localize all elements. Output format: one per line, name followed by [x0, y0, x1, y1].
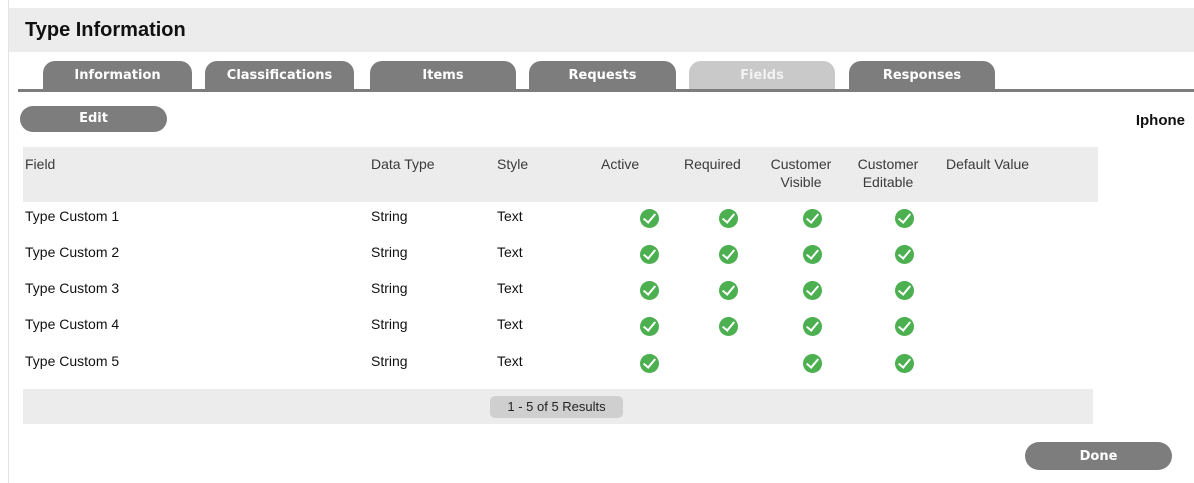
table-row[interactable]: Type Custom 1 String Text — [23, 199, 1098, 235]
cell-data-type: String — [371, 316, 408, 332]
header-active[interactable]: Active — [601, 155, 639, 173]
cell-style: Text — [497, 244, 523, 260]
item-name-label: Iphone — [1135, 112, 1185, 129]
check-icon — [719, 281, 738, 300]
check-icon — [640, 281, 659, 300]
check-icon — [895, 281, 914, 300]
tab-fields[interactable]: Fields — [689, 61, 835, 89]
header-style[interactable]: Style — [497, 155, 528, 173]
table-row[interactable]: Type Custom 3 String Text — [23, 271, 1098, 307]
check-icon — [640, 354, 659, 373]
cell-data-type: String — [371, 280, 408, 296]
cell-field: Type Custom 3 — [25, 280, 120, 296]
tab-items[interactable]: Items — [370, 61, 516, 89]
check-icon — [895, 354, 914, 373]
check-icon — [803, 354, 822, 373]
tab-divider — [18, 89, 1194, 92]
tab-requests[interactable]: Requests — [529, 61, 676, 89]
header-customer-editable-line2: Editable — [862, 174, 914, 190]
header-customer-visible-line1: Customer — [770, 156, 832, 172]
check-icon — [803, 317, 822, 336]
header-required[interactable]: Required — [684, 155, 741, 173]
cell-style: Text — [497, 208, 523, 224]
check-icon — [895, 209, 914, 228]
check-icon — [803, 281, 822, 300]
cell-data-type: String — [371, 353, 408, 369]
tab-responses[interactable]: Responses — [849, 61, 995, 89]
table-row[interactable]: Type Custom 4 String Text — [23, 307, 1098, 343]
header-data-type[interactable]: Data Type — [371, 155, 435, 173]
check-icon — [895, 317, 914, 336]
tab-information[interactable]: Information — [43, 61, 192, 89]
check-icon — [719, 209, 738, 228]
cell-style: Text — [497, 353, 523, 369]
header-default-value[interactable]: Default Value — [946, 155, 1029, 173]
header-customer-visible-line2: Visible — [780, 174, 822, 190]
cell-style: Text — [497, 316, 523, 332]
table-footer: 1 - 5 of 5 Results — [23, 389, 1093, 424]
cell-style: Text — [497, 280, 523, 296]
type-information-page: Type Information Information Classificat… — [8, 0, 1194, 483]
check-icon — [895, 245, 914, 264]
header-customer-editable-line1: Customer — [857, 156, 919, 172]
header-bar — [9, 8, 1194, 52]
table-row[interactable]: Type Custom 2 String Text — [23, 235, 1098, 271]
cell-data-type: String — [371, 208, 408, 224]
check-icon — [803, 209, 822, 228]
table-header: Field Data Type Style Active Required Cu… — [23, 147, 1098, 202]
check-icon — [640, 245, 659, 264]
tab-classifications[interactable]: Classifications — [205, 61, 354, 89]
page-title: Type Information — [25, 19, 186, 41]
header-field[interactable]: Field — [25, 155, 55, 173]
cell-field: Type Custom 4 — [25, 316, 120, 332]
cell-field: Type Custom 2 — [25, 244, 120, 260]
edit-button[interactable]: Edit — [20, 106, 167, 132]
check-icon — [719, 245, 738, 264]
table-row[interactable]: Type Custom 5 String Text — [23, 344, 1098, 380]
header-customer-editable[interactable]: Customer Editable — [848, 155, 928, 191]
header-customer-visible[interactable]: Customer Visible — [761, 155, 841, 191]
cell-field: Type Custom 1 — [25, 208, 120, 224]
done-button[interactable]: Done — [1025, 442, 1172, 470]
check-icon — [719, 317, 738, 336]
check-icon — [640, 317, 659, 336]
results-count: 1 - 5 of 5 Results — [490, 396, 623, 418]
cell-field: Type Custom 5 — [25, 353, 120, 369]
check-icon — [640, 209, 659, 228]
check-icon — [803, 245, 822, 264]
cell-data-type: String — [371, 244, 408, 260]
